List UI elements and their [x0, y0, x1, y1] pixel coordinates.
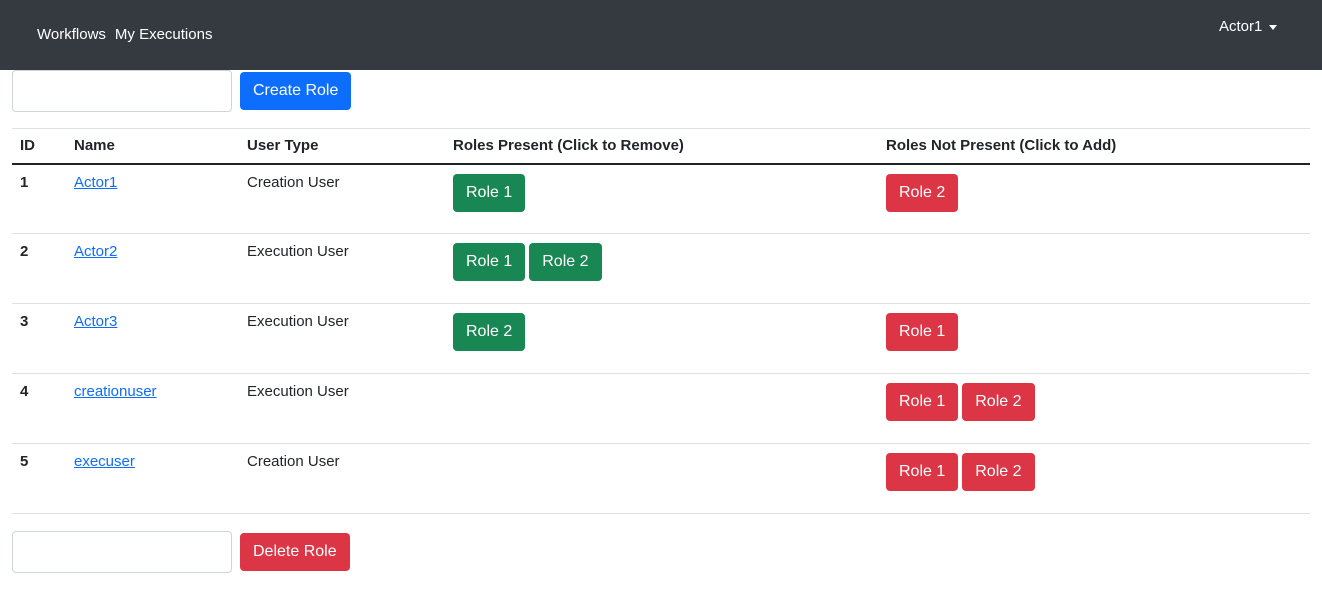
header-roles-not-present: Roles Not Present (Click to Add) [886, 137, 1117, 155]
user-id: 5 [20, 453, 29, 470]
user-name-link[interactable]: Actor1 [74, 174, 117, 191]
table-header-row: ID Name User Type Roles Present (Click t… [12, 128, 1310, 164]
roles-not-present: Role 1 Role 2 [886, 383, 1302, 421]
add-role-button[interactable]: Role 2 [886, 173, 959, 212]
user-id: 1 [20, 173, 29, 191]
user-name-link[interactable]: Actor3 [74, 313, 117, 330]
table-row: 2 Actor2 Execution User Role 1 Role 2 [12, 234, 1310, 304]
header-user-type: User Type [247, 137, 319, 155]
table-row: 3 Actor3 Execution User Role 2 Role 1 [12, 304, 1310, 374]
roles-present: Role 1 [453, 173, 870, 212]
delete-role-form: Delete Role [12, 531, 350, 573]
roles-present: Role 2 [453, 313, 870, 351]
user-name-link[interactable]: execuser [74, 453, 135, 470]
user-type: Execution User [247, 383, 349, 400]
users-table-container: ID Name User Type Roles Present (Click t… [12, 128, 1310, 514]
create-role-form: Create Role [12, 70, 352, 112]
delete-role-input[interactable] [12, 531, 232, 573]
roles-present: Role 1 Role 2 [453, 243, 870, 281]
user-type: Execution User [247, 243, 349, 260]
nav-link-my-executions[interactable]: My Executions [115, 26, 213, 43]
add-role-button[interactable]: Role 2 [962, 453, 1035, 491]
user-name-link[interactable]: Actor2 [74, 243, 117, 260]
user-name: Actor1 [1219, 18, 1263, 35]
user-id: 4 [20, 383, 29, 400]
remove-role-button[interactable]: Role 1 [453, 243, 526, 281]
header-name: Name [74, 137, 115, 155]
user-type: Creation User [247, 173, 340, 191]
user-type: Execution User [247, 313, 349, 330]
header-roles-present: Roles Present (Click to Remove) [453, 137, 684, 155]
user-id: 2 [20, 243, 29, 260]
add-role-button[interactable]: Role 2 [962, 383, 1035, 421]
add-role-button[interactable]: Role 1 [886, 383, 959, 421]
remove-role-button[interactable]: Role 1 [453, 173, 526, 212]
user-dropdown[interactable]: Actor1 [1219, 18, 1278, 35]
table-row: 5 execuser Creation User Role 1 Role 2 [12, 444, 1310, 514]
user-id: 3 [20, 313, 29, 330]
header-id: ID [20, 137, 35, 155]
table-row: 4 creationuser Execution User Role 1 Rol… [12, 374, 1310, 444]
table-row: 1 Actor1 Creation User Role 1 Role 2 [12, 164, 1310, 234]
top-navbar: Workflows My Executions Actor1 [0, 0, 1322, 70]
role-name-input[interactable] [12, 70, 232, 112]
roles-not-present: Role 1 [886, 313, 1302, 351]
caret-down-icon [1269, 24, 1278, 30]
add-role-button[interactable]: Role 1 [886, 453, 959, 491]
user-name-link[interactable]: creationuser [74, 383, 157, 400]
delete-role-button[interactable]: Delete Role [240, 533, 350, 571]
remove-role-button[interactable]: Role 2 [529, 243, 602, 281]
add-role-button[interactable]: Role 1 [886, 313, 959, 351]
nav-links: Workflows My Executions [37, 26, 212, 43]
remove-role-button[interactable]: Role 2 [453, 313, 526, 351]
create-role-button[interactable]: Create Role [240, 72, 352, 110]
users-table: ID Name User Type Roles Present (Click t… [12, 128, 1310, 514]
user-type: Creation User [247, 453, 340, 470]
nav-link-workflows[interactable]: Workflows [37, 26, 106, 43]
roles-not-present: Role 2 [886, 173, 1302, 212]
roles-not-present: Role 1 Role 2 [886, 453, 1302, 491]
